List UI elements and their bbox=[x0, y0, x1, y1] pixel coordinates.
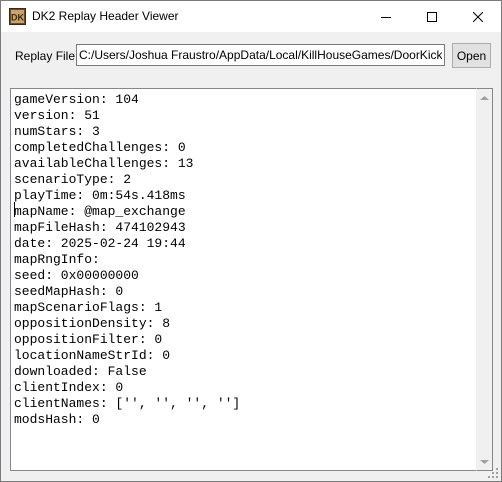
dk2-app-icon: DK bbox=[9, 8, 26, 25]
header-output-line: completedChallenges: 0 bbox=[14, 140, 186, 155]
header-output-line: modsHash: 0 bbox=[14, 412, 100, 427]
header-output-line: seedMapHash: 0 bbox=[14, 284, 124, 299]
header-output-line: scenarioType: 2 bbox=[14, 172, 132, 187]
replay-file-path-input[interactable] bbox=[76, 44, 445, 66]
minimize-icon bbox=[381, 16, 391, 18]
scroll-up-arrow-icon bbox=[480, 95, 489, 100]
close-icon bbox=[473, 11, 483, 22]
close-button[interactable] bbox=[455, 1, 501, 32]
text-caret bbox=[14, 202, 15, 217]
window-title: DK2 Replay Header Viewer bbox=[32, 9, 179, 23]
maximize-button[interactable] bbox=[409, 1, 455, 32]
file-toolbar: Replay File: Open bbox=[1, 32, 501, 85]
replay-file-label: Replay File: bbox=[15, 49, 79, 63]
app-window: DK DK2 Replay Header Viewer Replay File:… bbox=[0, 0, 502, 482]
header-output-lines: gameVersion: 104 version: 51 numStars: 3 co… bbox=[14, 92, 240, 428]
header-output-line: downloaded: False bbox=[14, 364, 147, 379]
header-output-line: mapRngInfo: bbox=[14, 252, 100, 267]
header-output-line: seed: 0x00000000 bbox=[14, 268, 139, 283]
header-output-line: oppositionDensity: 8 bbox=[14, 316, 171, 331]
svg-text:DK: DK bbox=[11, 13, 24, 23]
header-output-line: clientIndex: 0 bbox=[14, 380, 124, 395]
header-output-line: clientNames: ['', '', '', ''] bbox=[14, 396, 241, 411]
minimize-button[interactable] bbox=[363, 1, 409, 32]
header-output-line: date: 2025-02-24 19:44 bbox=[14, 236, 186, 251]
scroll-up-button[interactable] bbox=[477, 89, 492, 106]
header-output-line: locationNameStrId: 0 bbox=[14, 348, 171, 363]
open-button[interactable]: Open bbox=[452, 43, 491, 68]
header-output-line: gameVersion: 104 bbox=[14, 92, 139, 107]
header-output-line: oppositionFilter: 0 bbox=[14, 332, 163, 347]
vertical-scrollbar[interactable] bbox=[476, 88, 493, 471]
maximize-icon bbox=[427, 11, 437, 22]
header-output-line: playTime: 0m:54s.418ms bbox=[14, 188, 186, 203]
header-output-line: mapScenarioFlags: 1 bbox=[14, 300, 163, 315]
header-output-line: mapFileHash: 474102943 bbox=[14, 220, 186, 235]
scroll-down-arrow-icon bbox=[480, 459, 489, 464]
title-bar[interactable]: DK DK2 Replay Header Viewer bbox=[1, 1, 501, 32]
header-output-textarea[interactable]: gameVersion: 104 version: 51 numStars: 3 co… bbox=[10, 88, 476, 471]
header-output-line: mapName: @map_exchange bbox=[14, 204, 186, 219]
header-output-line: availableChallenges: 13 bbox=[14, 156, 194, 171]
header-output-line: numStars: 3 bbox=[14, 124, 100, 139]
resize-grip-icon[interactable] bbox=[487, 467, 499, 479]
header-output-line: version: 51 bbox=[14, 108, 100, 123]
